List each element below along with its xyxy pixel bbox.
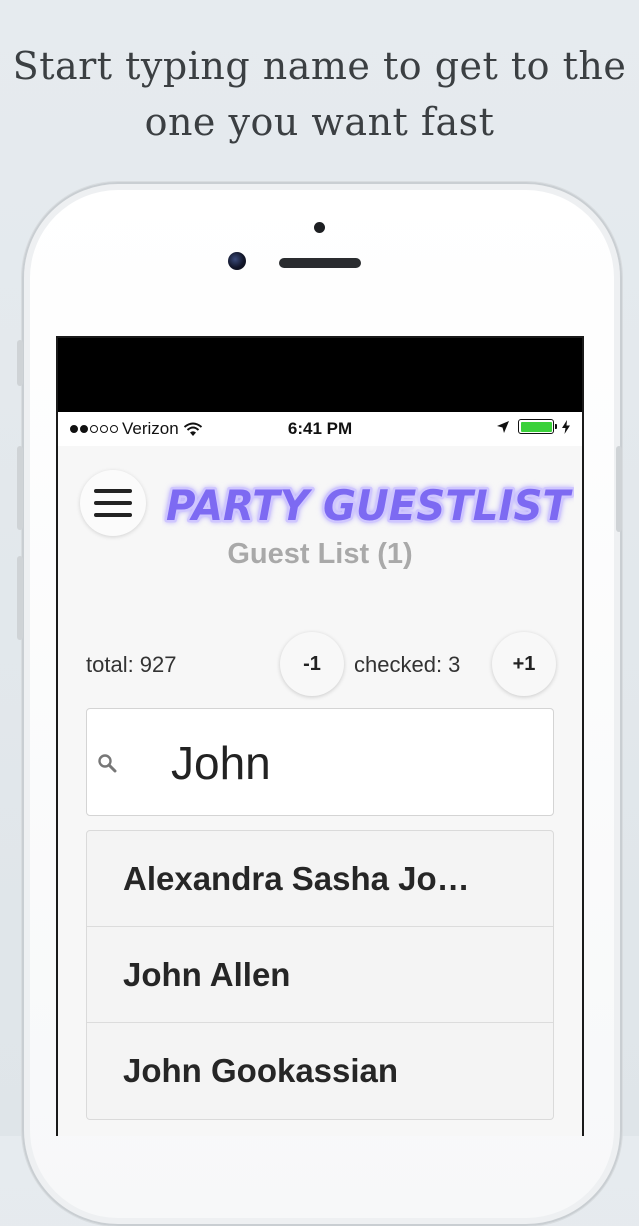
status-bar-right bbox=[496, 419, 570, 434]
page-title: Guest List (1) bbox=[227, 538, 413, 570]
total-count-label: total: 927 bbox=[86, 652, 177, 677]
search-input[interactable] bbox=[171, 733, 531, 793]
increment-button[interactable]: +1 bbox=[492, 632, 556, 696]
phone-power-button bbox=[616, 446, 622, 532]
phone-earpiece bbox=[279, 258, 361, 268]
status-bar: Verizon 6:41 PM bbox=[58, 412, 582, 446]
caption-line-1: Start typing name to get to the bbox=[12, 44, 627, 88]
checked-count-label: checked: 3 bbox=[354, 652, 461, 677]
menu-button[interactable] bbox=[80, 470, 146, 536]
search-box[interactable] bbox=[86, 708, 554, 816]
party-guestlist-logo: PARTY GUESTLIST bbox=[164, 479, 575, 533]
hamburger-icon-line-3 bbox=[94, 513, 132, 517]
caption-line-2: one you want fast bbox=[144, 100, 495, 144]
guest-name: John Gookassian bbox=[123, 1052, 399, 1089]
marketing-caption: Start typing name to get to the one you … bbox=[0, 38, 639, 150]
search-results-list: Alexandra Sasha Jo… John Allen John Gookas… bbox=[86, 830, 554, 1120]
decrement-button[interactable]: -1 bbox=[280, 632, 344, 696]
battery-level-fill bbox=[520, 421, 552, 432]
guest-list-item[interactable]: John Allen bbox=[87, 927, 553, 1023]
battery-icon bbox=[518, 419, 557, 434]
guest-name: Alexandra Sasha Jo… bbox=[123, 859, 470, 897]
guest-list-item[interactable]: Alexandra Sasha Jo… bbox=[87, 831, 553, 927]
search-icon bbox=[98, 754, 117, 773]
phone-front-camera bbox=[228, 252, 246, 270]
logo-text: PARTY GUESTLIST bbox=[166, 481, 573, 530]
phone-mute-switch bbox=[17, 340, 23, 386]
hamburger-icon-line-1 bbox=[94, 489, 132, 493]
guest-name: John Allen bbox=[123, 955, 291, 993]
guest-counters: total: 927 -1 checked: 3 +1 bbox=[58, 632, 582, 698]
charging-bolt-icon bbox=[562, 419, 570, 434]
top-black-bar bbox=[58, 338, 582, 412]
phone-volume-up bbox=[17, 446, 23, 530]
phone-volume-down bbox=[17, 556, 23, 640]
hamburger-icon-line-2 bbox=[94, 501, 132, 505]
guest-list-item[interactable]: John Gookassian bbox=[87, 1023, 553, 1119]
phone-screen: Verizon 6:41 PM PARTY GUESTLIST Guest Li… bbox=[56, 336, 584, 1136]
phone-sensor bbox=[314, 222, 325, 233]
location-arrow-icon bbox=[497, 420, 509, 433]
